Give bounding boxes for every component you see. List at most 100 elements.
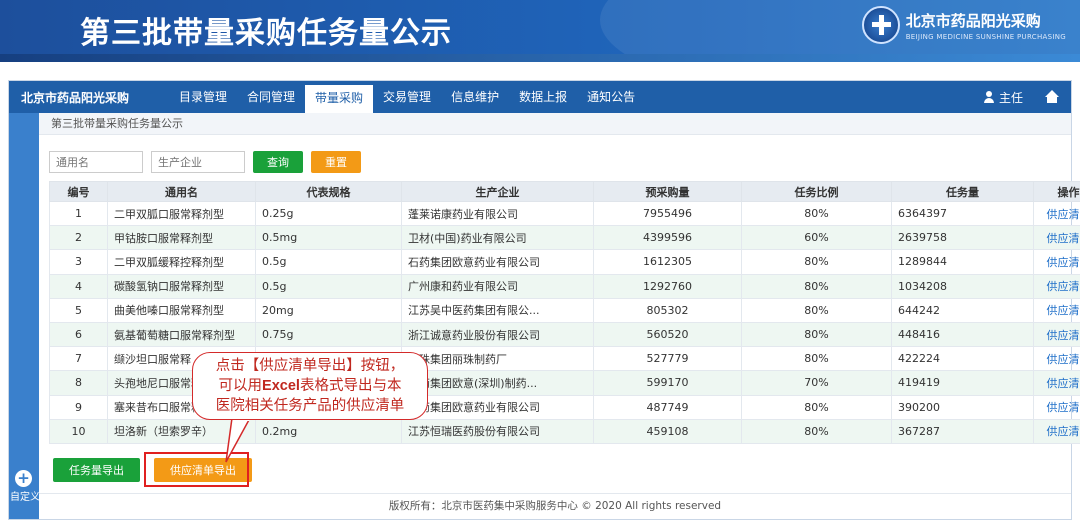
- brand-text: 北京市药品阳光采购 BEIJING MEDICINE SUNSHINE PURC…: [906, 10, 1066, 41]
- cell-task-ratio: 80%: [741, 321, 892, 348]
- user-menu[interactable]: 主任: [983, 89, 1023, 106]
- cell-manufacturer: 丽珠集团丽珠制药厂: [401, 346, 594, 372]
- cell-task-ratio: 80%: [741, 273, 892, 299]
- callout-excel-word: Excel: [262, 378, 300, 394]
- cell-pre-purchase: 1292760: [593, 273, 742, 299]
- generic-name-input[interactable]: [49, 151, 143, 173]
- table-row: 6 氨基葡萄糖口服常释剂型 0.75g 浙江诚意药业股份有限公司 560520 80% 44…: [49, 321, 1080, 348]
- header-task-volume[interactable]: 任务量: [891, 181, 1034, 202]
- main-content: 第三批带量采购任务量公示 查询 重置 编号 通用名 代表规格 生产企业: [39, 113, 1080, 519]
- cell-spec: 0.25g: [255, 200, 402, 227]
- callout-line-2-post: 表格式导出与本: [299, 378, 402, 394]
- cell-manufacturer: 广州康和药业有限公司: [401, 273, 594, 299]
- cell-number: 1: [49, 200, 108, 227]
- menu-item-info[interactable]: 信息维护: [441, 81, 509, 113]
- cell-generic-name: 曲美他嗪口服常释剂型: [107, 297, 256, 323]
- cell-spec: 0.2mg: [255, 418, 402, 444]
- header-manufacturer[interactable]: 生产企业: [401, 181, 594, 202]
- cell-manufacturer: 江苏恒瑞医药股份有限公司: [401, 418, 594, 444]
- callout-line-1: 点击【供应清单导出】按钮，: [215, 358, 405, 374]
- cell-pre-purchase: 7955496: [593, 200, 742, 227]
- table-row: 2 甲钴胺口服常释剂型 0.5mg 卫材(中国)药业有限公司 4399596 60% 263…: [49, 225, 1080, 251]
- home-icon[interactable]: [1045, 90, 1059, 104]
- user-name: 主任: [998, 90, 1023, 105]
- supply-list-link[interactable]: 供应清单: [1033, 394, 1080, 420]
- cell-spec: 0.5g: [255, 249, 402, 275]
- cell-generic-name: 甲钴胺口服常释剂型: [107, 225, 256, 251]
- cell-task-ratio: 80%: [741, 346, 892, 372]
- table-row: 5 曲美他嗪口服常释剂型 20mg 江苏吴中医药集团有限公... 805302 80% 64…: [49, 297, 1080, 323]
- cell-generic-name: 碳酸氢钠口服常释剂型: [107, 273, 256, 299]
- cell-number: 3: [49, 249, 108, 275]
- supply-list-link[interactable]: 供应清单: [1033, 225, 1080, 251]
- plus-icon[interactable]: +: [15, 470, 32, 487]
- app-brand[interactable]: 北京市药品阳光采购: [9, 89, 169, 106]
- cell-pre-purchase: 459108: [593, 418, 742, 444]
- header-spec[interactable]: 代表规格: [255, 181, 402, 202]
- cell-number: 4: [49, 273, 108, 299]
- supply-list-link[interactable]: 供应清单: [1033, 200, 1080, 227]
- menu-item-catalog[interactable]: 目录管理: [169, 81, 237, 113]
- header-generic-name[interactable]: 通用名: [107, 181, 256, 202]
- cell-task-volume: 390200: [891, 394, 1034, 420]
- header-task-ratio[interactable]: 任务比例: [741, 181, 892, 202]
- cell-task-volume: 6364397: [891, 200, 1034, 227]
- callout-line-3: 医院相关任务产品的供应清单: [215, 398, 405, 414]
- cell-pre-purchase: 805302: [593, 297, 742, 323]
- supply-list-link[interactable]: 供应清单: [1033, 321, 1080, 348]
- menu-item-contract[interactable]: 合同管理: [237, 81, 305, 113]
- cell-task-volume: 1034208: [891, 273, 1034, 299]
- cell-task-volume: 448416: [891, 321, 1034, 348]
- menu-item-report[interactable]: 数据上报: [509, 81, 577, 113]
- callout-line-2-pre: 可以用: [218, 378, 263, 394]
- reset-button[interactable]: 重置: [311, 151, 361, 173]
- cell-manufacturer: 卫材(中国)药业有限公司: [401, 225, 594, 251]
- menu-item-trade[interactable]: 交易管理: [373, 81, 441, 113]
- cell-manufacturer: 石药集团欧意药业有限公司: [401, 249, 594, 275]
- brand-block: 北京市药品阳光采购 BEIJING MEDICINE SUNSHINE PURC…: [861, 6, 1066, 44]
- header-operation: 操作: [1033, 181, 1080, 202]
- cross-logo-icon: [861, 6, 900, 44]
- cell-task-volume: 422224: [891, 346, 1034, 372]
- search-bar: 查询 重置: [49, 151, 361, 173]
- cell-pre-purchase: 487749: [593, 394, 742, 420]
- query-button[interactable]: 查询: [253, 151, 303, 173]
- brand-name: 北京市药品阳光采购: [905, 11, 1041, 30]
- supply-list-link[interactable]: 供应清单: [1033, 249, 1080, 275]
- table-row: 3 二甲双胍缓释控释剂型 0.5g 石药集团欧意药业有限公司 1612305 80% 128…: [49, 249, 1080, 275]
- table-row: 10 坦洛新（坦索罗辛） 0.2mg 江苏恒瑞医药股份有限公司 459108 80% 367…: [49, 418, 1080, 444]
- manufacturer-input[interactable]: [151, 151, 245, 173]
- export-task-button[interactable]: 任务量导出: [53, 458, 140, 482]
- cell-spec: 20mg: [255, 297, 402, 323]
- cell-number: 6: [49, 321, 108, 348]
- cell-number: 10: [49, 418, 108, 444]
- cell-spec: 0.5g: [255, 273, 402, 299]
- breadcrumb: 第三批带量采购任务量公示: [39, 113, 1071, 135]
- brand-subtitle: BEIJING MEDICINE SUNSHINE PURCHASING: [905, 32, 1066, 41]
- callout-pointer: [225, 418, 251, 463]
- supply-list-link[interactable]: 供应清单: [1033, 297, 1080, 323]
- cell-manufacturer: 浙江诚意药业股份有限公司: [401, 321, 594, 348]
- cell-generic-name: 二甲双胍缓释控释剂型: [107, 249, 256, 275]
- menu-item-volume-purchase[interactable]: 带量采购: [305, 85, 374, 113]
- supply-list-link[interactable]: 供应清单: [1033, 370, 1080, 396]
- menu-item-notice[interactable]: 通知公告: [577, 81, 645, 113]
- cell-task-volume: 419419: [891, 370, 1034, 396]
- user-icon: [983, 91, 995, 103]
- cell-pre-purchase: 4399596: [593, 225, 742, 251]
- header-pre-purchase[interactable]: 预采购量: [593, 181, 742, 202]
- sidebar-custom-label[interactable]: 自定义: [9, 488, 39, 503]
- cell-number: 7: [49, 346, 108, 372]
- cell-manufacturer: 石药集团欧意(深圳)制药...: [401, 370, 594, 396]
- top-navbar: 北京市药品阳光采购 目录管理 合同管理 带量采购 交易管理 信息维护 数据上报 …: [9, 81, 1071, 113]
- header-number[interactable]: 编号: [49, 181, 108, 202]
- supply-list-link[interactable]: 供应清单: [1033, 273, 1080, 299]
- cell-number: 5: [49, 297, 108, 323]
- supply-list-link[interactable]: 供应清单: [1033, 418, 1080, 444]
- table-header-row: 编号 通用名 代表规格 生产企业 预采购量 任务比例 任务量 操作: [49, 181, 1080, 202]
- cell-pre-purchase: 560520: [593, 321, 742, 348]
- cell-spec: 0.75g: [255, 321, 402, 348]
- cell-task-volume: 367287: [891, 418, 1034, 444]
- supply-list-link[interactable]: 供应清单: [1033, 346, 1080, 372]
- cell-manufacturer: 江苏吴中医药集团有限公...: [401, 297, 594, 323]
